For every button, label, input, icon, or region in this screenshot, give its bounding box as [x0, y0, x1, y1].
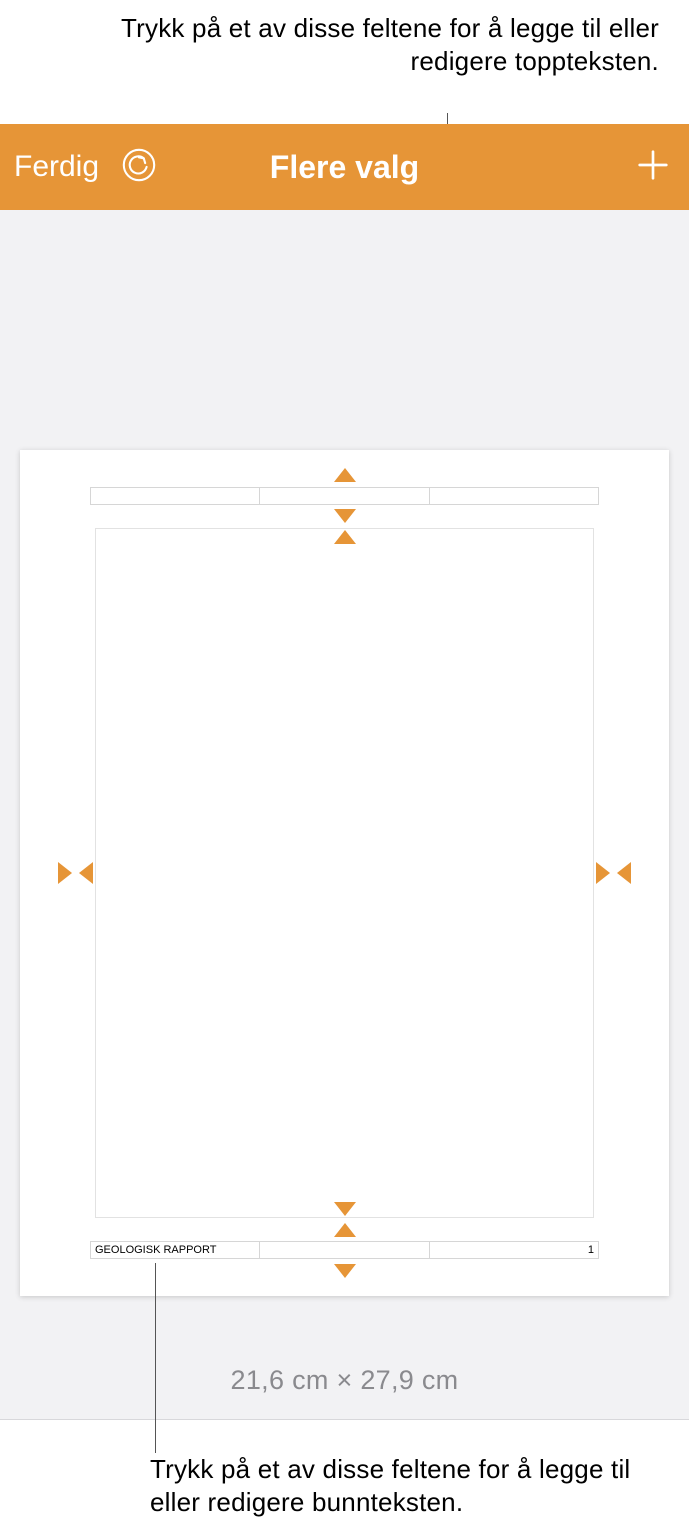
plus-icon	[634, 146, 672, 189]
header-fields	[90, 487, 599, 505]
header-field-right[interactable]	[430, 487, 599, 505]
top-body-margin-handle-upper[interactable]	[334, 509, 356, 523]
document-body[interactable]	[95, 528, 594, 1218]
footer-field-left[interactable]: GEOLOGISK RAPPORT	[90, 1241, 260, 1259]
header-field-center[interactable]	[260, 487, 429, 505]
footer-field-right[interactable]: 1	[430, 1241, 599, 1259]
header-field-left[interactable]	[90, 487, 260, 505]
callout-bottom-leader-line	[155, 1263, 156, 1453]
page-dimensions-label: 21,6 cm × 27,9 cm	[0, 1365, 689, 1396]
add-button[interactable]	[631, 145, 675, 189]
top-page-margin-handle[interactable]	[334, 468, 356, 482]
callout-top: Trykk på et av disse feltene for å legge…	[120, 12, 659, 77]
bottom-body-margin-handle-upper[interactable]	[334, 1202, 356, 1216]
document-page: GEOLOGISK RAPPORT 1	[20, 450, 669, 1296]
footer-field-center[interactable]	[260, 1241, 429, 1259]
toolbar: Ferdig Flere valg	[0, 124, 689, 210]
done-button[interactable]: Ferdig	[0, 150, 119, 184]
bottom-body-margin-handle-lower[interactable]	[334, 1223, 356, 1237]
undo-icon	[120, 146, 158, 189]
right-margin-handle-inner[interactable]	[596, 862, 610, 884]
undo-button[interactable]	[119, 147, 159, 187]
left-margin-handle-outer[interactable]	[58, 862, 72, 884]
left-margin-handle-inner[interactable]	[79, 862, 93, 884]
bottom-page-margin-handle[interactable]	[334, 1264, 356, 1278]
right-margin-handle-outer[interactable]	[617, 862, 631, 884]
footer-fields: GEOLOGISK RAPPORT 1	[90, 1241, 599, 1259]
callout-bottom: Trykk på et av disse feltene for å legge…	[150, 1453, 669, 1518]
